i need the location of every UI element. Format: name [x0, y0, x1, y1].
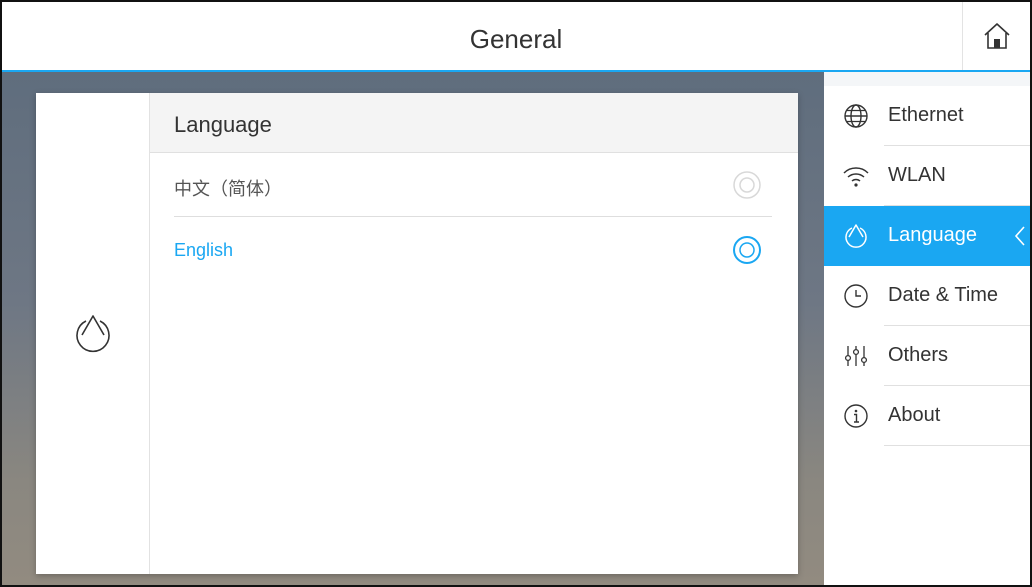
content-background: Language 中文（简体） English: [2, 72, 824, 585]
chevron-left-icon: [1014, 226, 1025, 246]
home-button[interactable]: [962, 2, 1030, 70]
language-icon: [76, 315, 110, 353]
wifi-icon: [842, 162, 870, 190]
sidebar-item-label: Date & Time: [888, 284, 999, 306]
sidebar-item-label: Others: [888, 344, 949, 366]
sidebar-item-label: WLAN: [888, 164, 946, 186]
language-option-english[interactable]: English: [150, 218, 798, 282]
sidebar-item-date-time[interactable]: Date & Time: [824, 266, 1030, 326]
sidebar-item-wlan[interactable]: WLAN: [824, 146, 1030, 206]
language-option-chinese[interactable]: 中文（简体）: [150, 153, 798, 217]
info-icon: [842, 402, 870, 430]
language-card: Language 中文（简体） English: [36, 93, 798, 574]
clock-icon: [842, 282, 870, 310]
radio-selected-icon[interactable]: [732, 235, 762, 265]
option-label: English: [174, 240, 234, 260]
radio-unselected-icon[interactable]: [732, 170, 762, 200]
card-header: Language: [150, 93, 798, 153]
page-title: General: [469, 24, 563, 54]
card-icon-column: [36, 93, 150, 574]
sidebar-item-about[interactable]: About: [824, 386, 1030, 446]
globe-icon: [842, 102, 870, 130]
option-divider: [174, 216, 772, 217]
sliders-icon: [842, 342, 870, 370]
sidebar-item-others[interactable]: Others: [824, 326, 1030, 386]
option-label: 中文（简体）: [174, 179, 282, 199]
header-bar: General: [2, 2, 1030, 70]
settings-sidebar: Ethernet WLAN Language Date & Time Other…: [824, 72, 1030, 585]
sidebar-top-spacer: [824, 72, 1030, 86]
settings-window: General Language 中文（简体） English Ethernet…: [0, 0, 1032, 587]
sidebar-item-label: Language: [888, 224, 977, 246]
sidebar-item-language[interactable]: Language: [824, 206, 1030, 266]
sidebar-item-ethernet[interactable]: Ethernet: [824, 86, 1030, 146]
sidebar-item-label: About: [888, 404, 941, 426]
home-icon: [984, 23, 1010, 49]
card-title: Language: [174, 112, 272, 137]
sidebar-divider: [884, 445, 1030, 446]
sidebar-item-label: Ethernet: [888, 104, 964, 126]
language-icon: [842, 222, 870, 250]
